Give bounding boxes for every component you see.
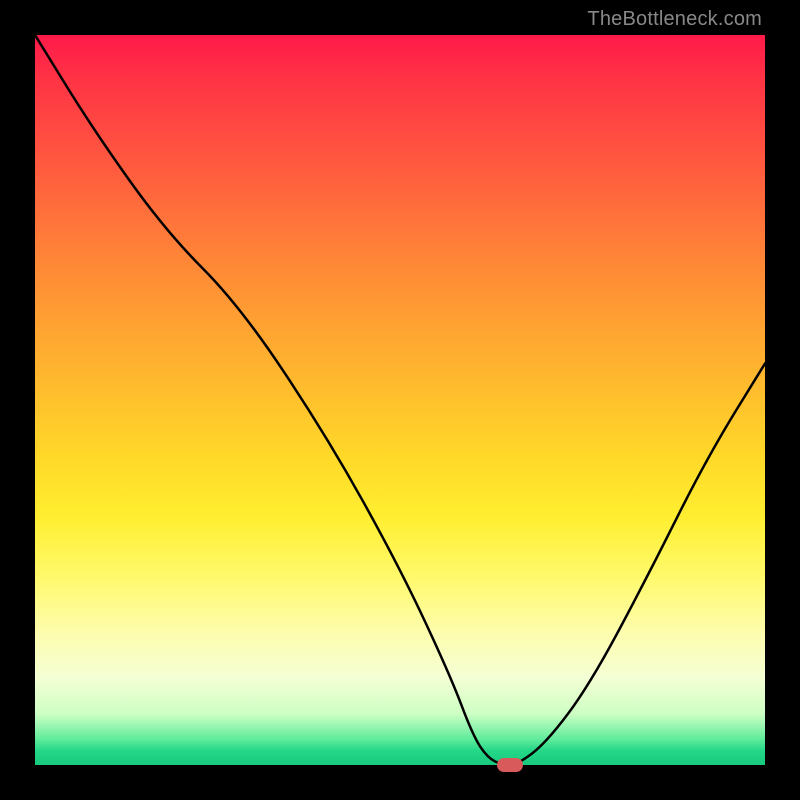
chart-background-gradient [35,35,765,765]
watermark-text: TheBottleneck.com [587,8,762,31]
chart-frame: TheBottleneck.com [0,0,800,800]
